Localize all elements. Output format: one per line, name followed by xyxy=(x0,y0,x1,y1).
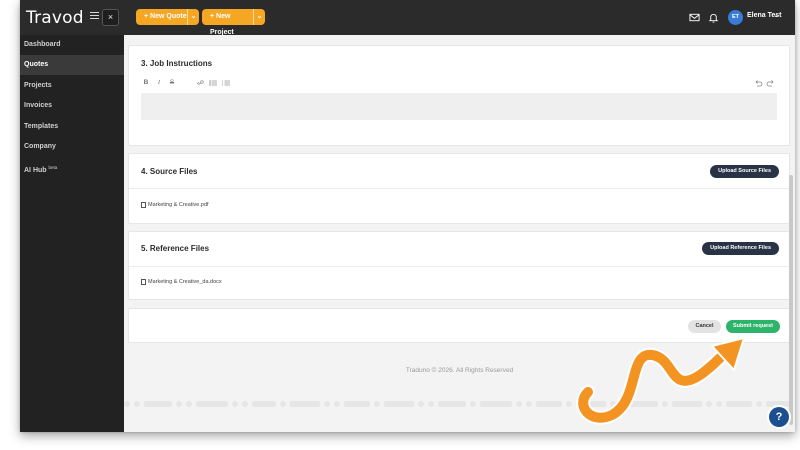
chevron-down-icon[interactable]: ⌄ xyxy=(773,11,779,19)
list-item[interactable]: Marketing & Creative.pdf xyxy=(141,202,209,208)
mail-icon[interactable] xyxy=(689,12,700,23)
sidebar-item-quotes[interactable]: Quotes xyxy=(20,55,124,75)
cancel-button[interactable]: Cancel xyxy=(688,320,721,333)
job-instructions-editor[interactable] xyxy=(141,93,777,120)
chevron-down-icon[interactable]: ⌄ xyxy=(187,9,199,25)
page-footer: Traduno © 2026. All Rights Reserved xyxy=(405,367,514,374)
sidebar-item-templates[interactable]: Templates xyxy=(20,117,124,137)
sidebar-item-dashboard[interactable]: Dashboard xyxy=(20,35,124,55)
logo-mark-icon xyxy=(90,12,99,23)
link-icon[interactable] xyxy=(195,78,205,88)
close-sidebar-button[interactable]: × xyxy=(102,9,119,26)
reference-files-card: 5. Reference Files Upload Reference File… xyxy=(128,231,790,300)
italic-icon[interactable]: I xyxy=(154,78,164,88)
scrollbar[interactable] xyxy=(789,175,793,425)
upload-source-files-button[interactable]: Upload Source Files xyxy=(710,165,779,178)
sidebar-item-projects[interactable]: Projects xyxy=(20,76,124,96)
new-project-button[interactable]: + New Project ⌄ xyxy=(202,9,265,36)
file-icon xyxy=(141,202,146,208)
sidebar-item-ai-hub[interactable]: AI Hub beta xyxy=(20,158,124,178)
bold-icon[interactable]: B xyxy=(141,78,151,88)
top-bar: Travod × + New Quote ⌄ + New Project ⌄ E… xyxy=(20,0,795,36)
app-logo[interactable]: Travod xyxy=(26,8,84,28)
main-content: 3. Job Instructions B I S 4. Source File… xyxy=(124,35,795,432)
source-files-card: 4. Source Files Upload Source Files Mark… xyxy=(128,153,790,224)
app-window: Travod × + New Quote ⌄ + New Project ⌄ E… xyxy=(20,0,795,432)
avatar[interactable]: ET xyxy=(728,10,743,25)
file-icon xyxy=(141,279,146,285)
editor-toolbar: B I S xyxy=(141,78,777,88)
submit-request-button[interactable]: Submit request xyxy=(726,320,780,333)
file-name: Marketing & Creative_da.docx xyxy=(148,279,222,285)
form-actions-card: Cancel Submit request xyxy=(128,308,790,343)
numbered-list-icon[interactable] xyxy=(221,78,231,88)
sidebar-item-company[interactable]: Company xyxy=(20,137,124,157)
help-button[interactable]: ? xyxy=(769,407,789,427)
reference-files-title: 5. Reference Files xyxy=(141,244,210,253)
upload-reference-files-button[interactable]: Upload Reference Files xyxy=(702,242,779,255)
undo-icon[interactable] xyxy=(753,78,763,88)
file-name: Marketing & Creative.pdf xyxy=(148,202,209,208)
sidebar-item-label: AI Hub xyxy=(24,167,47,174)
bullet-list-icon[interactable] xyxy=(208,78,218,88)
bell-icon[interactable] xyxy=(708,12,719,23)
divider xyxy=(129,188,789,189)
job-instructions-title: 3. Job Instructions xyxy=(141,59,213,68)
sidebar: Dashboard Quotes Projects Invoices Templ… xyxy=(20,35,124,432)
new-quote-label: + New Quote xyxy=(144,13,187,20)
new-project-label: + New Project xyxy=(210,13,234,36)
redo-icon[interactable] xyxy=(766,78,776,88)
job-instructions-card: 3. Job Instructions B I S xyxy=(128,45,790,146)
chevron-down-icon[interactable]: ⌄ xyxy=(253,9,265,25)
divider xyxy=(129,266,789,267)
beta-badge: beta xyxy=(48,165,58,170)
source-files-title: 4. Source Files xyxy=(141,167,198,176)
new-quote-button[interactable]: + New Quote ⌄ xyxy=(136,9,199,25)
sidebar-item-invoices[interactable]: Invoices xyxy=(20,96,124,116)
strikethrough-icon[interactable]: S xyxy=(167,78,177,88)
loading-skeleton xyxy=(124,401,792,407)
list-item[interactable]: Marketing & Creative_da.docx xyxy=(141,279,222,285)
